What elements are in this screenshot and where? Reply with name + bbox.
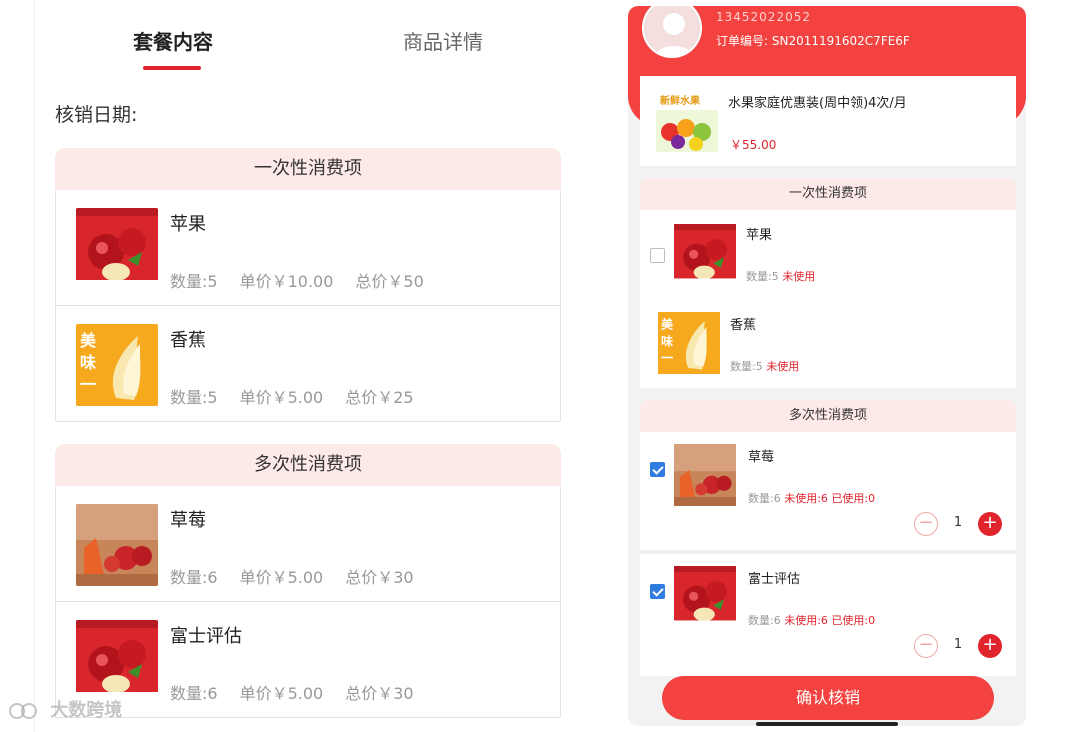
item-quantity: 数量:5 [746, 270, 779, 283]
list-item: 苹果 数量:5 单价￥10.00 总价￥50 [55, 190, 561, 306]
item-meta: 数量:6 未使用:6 已使用:0 [748, 490, 875, 506]
item-name: 富士评估 [170, 626, 242, 647]
item-meta: 数量:5 单价￥10.00 总价￥50 [170, 268, 446, 292]
svg-text:味: 味 [661, 333, 674, 348]
tab-package-content[interactable]: 套餐内容 [133, 26, 213, 55]
item-total: 总价￥30 [345, 684, 414, 703]
item-unit-price: 单价￥5.00 [239, 568, 324, 587]
item-quantity: 数量:6 [748, 492, 781, 505]
svg-text:一: 一 [80, 375, 96, 394]
screen: 套餐内容 商品详情 核销日期: 一次性消费项 苹果 数量:5 单价￥10.00 总价… [0, 0, 1080, 732]
item-status: 未使用 [766, 360, 800, 373]
item-used: 已使用:0 [831, 614, 876, 627]
product-title: 水果家庭优惠装(周中领)4次/月 [728, 96, 907, 111]
item-meta: 数量:6 未使用:6 已使用:0 [748, 612, 875, 628]
item-name: 苹果 [170, 214, 206, 235]
svg-text:美: 美 [661, 317, 674, 332]
item-name: 富士评估 [748, 572, 801, 587]
fruit-basket-image: 新鲜水果 [656, 90, 718, 152]
item-meta: 数量:5 未使用 [730, 358, 799, 374]
image-text: 新鲜水果 [660, 94, 701, 107]
strawberry-image [674, 444, 736, 506]
apple-image [76, 208, 158, 290]
item-unused: 未使用:6 [784, 492, 828, 505]
item-name: 香蕉 [730, 318, 757, 333]
quantity-value: 1 [953, 637, 963, 652]
item-quantity: 数量:6 [748, 614, 781, 627]
banana-image: 美味一 [658, 312, 720, 374]
item-checkbox[interactable] [650, 462, 665, 477]
product-card: 新鲜水果 水果家庭优惠装(周中领)4次/月 ￥55.00 [640, 76, 1016, 166]
item-quantity: 数量:6 [170, 568, 218, 587]
order-number: 订单编号: SN2011191602C7FE6F [716, 34, 910, 48]
one-time-section-title: 一次性消费项 [640, 178, 1016, 210]
quantity-stepper: − 1 + [914, 512, 1002, 536]
tab-bar: 套餐内容 商品详情 [35, 20, 591, 70]
confirm-verify-button[interactable]: 确认核销 [662, 676, 994, 720]
watermark-text: 大数跨境 [50, 700, 123, 721]
strawberry-image [76, 504, 158, 586]
product-price: ￥55.00 [730, 138, 777, 152]
multi-time-section: 多次性消费项 草莓 数量:6 单价￥5.00 总价￥30 富士评估 数量:6 单价￥5… [55, 444, 561, 718]
item-meta: 数量:5 单价￥5.00 总价￥25 [170, 384, 436, 408]
list-item: 富士评估 数量:6 单价￥5.00 总价￥30 [55, 602, 561, 718]
item-name: 草莓 [748, 450, 775, 465]
item-total: 总价￥30 [345, 568, 414, 587]
item-meta: 数量:6 单价￥5.00 总价￥30 [170, 680, 436, 704]
section-title: 多次性消费项 [55, 444, 561, 486]
item-checkbox[interactable] [650, 584, 665, 599]
svg-text:美: 美 [80, 331, 97, 350]
decrement-button[interactable]: − [914, 634, 938, 658]
item-name: 香蕉 [170, 330, 206, 351]
item-unit-price: 单价￥5.00 [239, 388, 324, 407]
quantity-value: 1 [953, 515, 963, 530]
package-detail-panel: 套餐内容 商品详情 核销日期: 一次性消费项 苹果 数量:5 单价￥10.00 总价… [34, 0, 590, 732]
item-meta: 数量:5 未使用 [746, 268, 815, 284]
verify-date-label: 核销日期: [55, 104, 138, 126]
item-total: 总价￥50 [355, 272, 424, 291]
apple-image [674, 566, 736, 628]
item-unit-price: 单价￥5.00 [239, 684, 324, 703]
list-item: 草莓 数量:6 未使用:6 已使用:0 − 1 + [640, 432, 1016, 550]
item-quantity: 数量:5 [170, 272, 218, 291]
item-quantity: 数量:6 [170, 684, 218, 703]
increment-button[interactable]: + [978, 634, 1002, 658]
phone-number: 13452022052 [716, 10, 811, 24]
item-quantity: 数量:5 [730, 360, 763, 373]
item-status: 未使用 [782, 270, 816, 283]
decrement-button[interactable]: − [914, 512, 938, 536]
banana-image: 美味一 [76, 324, 158, 406]
item-checkbox[interactable] [650, 248, 665, 263]
item-meta: 数量:6 单价￥5.00 总价￥30 [170, 564, 436, 588]
home-indicator [756, 722, 898, 726]
watermark-logo-icon [8, 700, 44, 722]
increment-button[interactable]: + [978, 512, 1002, 536]
multi-time-section-title: 多次性消费项 [640, 400, 1016, 432]
item-name: 苹果 [746, 228, 773, 243]
item-unit-price: 单价￥10.00 [239, 272, 334, 291]
one-time-list: 苹果 数量:5 未使用 美味一 香蕉 数量:5 未使用 [640, 210, 1016, 388]
quantity-stepper: − 1 + [914, 634, 1002, 658]
svg-text:一: 一 [661, 351, 673, 365]
section-title: 一次性消费项 [55, 148, 561, 190]
list-item: 草莓 数量:6 单价￥5.00 总价￥30 [55, 486, 561, 602]
apple-image [674, 224, 736, 286]
avatar [642, 6, 702, 58]
watermark: 大数跨境 [8, 696, 122, 722]
item-name: 草莓 [170, 510, 206, 531]
item-unused: 未使用:6 [784, 614, 828, 627]
active-tab-indicator [143, 66, 201, 70]
apple-image [76, 620, 158, 702]
list-item: 富士评估 数量:6 未使用:6 已使用:0 − 1 + [640, 554, 1016, 676]
item-used: 已使用:0 [831, 492, 876, 505]
one-time-section: 一次性消费项 苹果 数量:5 单价￥10.00 总价￥50 美味一 香蕉 数量:5 单… [55, 148, 561, 422]
item-total: 总价￥25 [345, 388, 414, 407]
tab-product-details[interactable]: 商品详情 [403, 26, 483, 55]
list-item: 美味一 香蕉 数量:5 单价￥5.00 总价￥25 [55, 306, 561, 422]
item-quantity: 数量:5 [170, 388, 218, 407]
svg-text:味: 味 [80, 353, 96, 372]
verify-order-panel: 13452022052 订单编号: SN2011191602C7FE6F 新鲜水… [628, 6, 1026, 726]
